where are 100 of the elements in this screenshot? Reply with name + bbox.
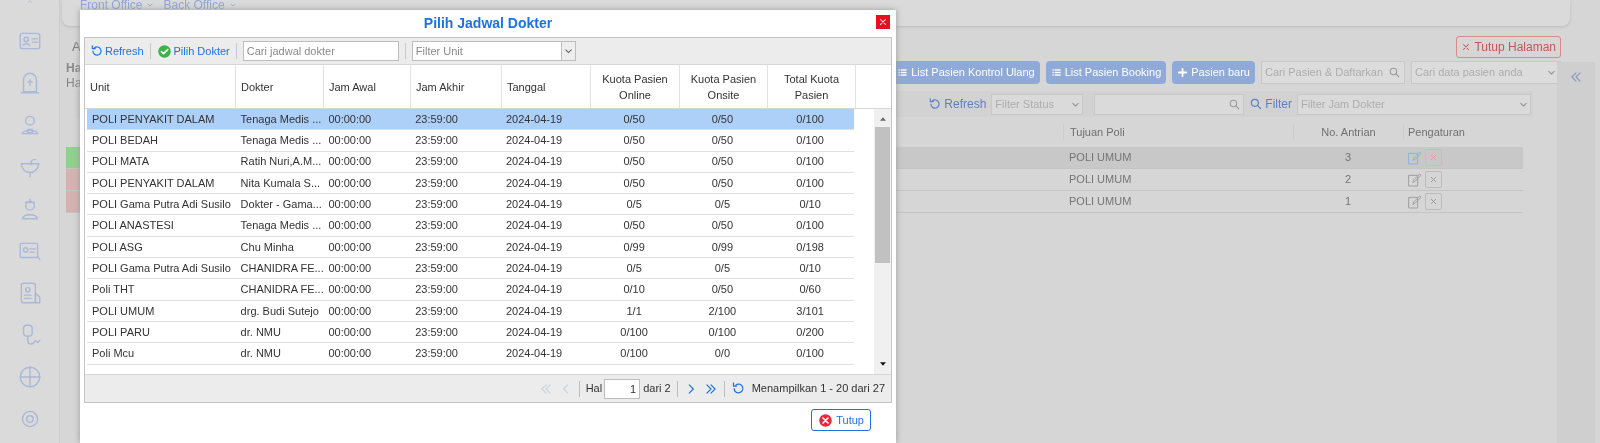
table-cell-text: 0/50 xyxy=(710,133,735,149)
table-cell-text: drg. Budi Sutejo xyxy=(239,303,320,319)
table-cell-text: POLI Gama Putra Adi Susilo xyxy=(91,260,232,276)
table-cell-text: 23:59:00 xyxy=(414,303,459,319)
section-label: A xyxy=(72,38,81,57)
table-cell-text: 0/0 xyxy=(713,346,731,362)
column-header: Pengaturan xyxy=(1403,123,1523,141)
table-cell-text: 23:59:00 xyxy=(414,133,459,149)
table-cell-text: 2/100 xyxy=(707,303,738,319)
column-header: Tujuan Poli xyxy=(1063,123,1293,141)
table-cell-text: 2024-04-19 xyxy=(504,197,564,213)
table-cell-text: 00:00:00 xyxy=(327,346,373,362)
table-cell-text: 2024-04-19 xyxy=(504,154,564,170)
table-cell-text: Poli THT xyxy=(91,282,136,298)
table-cell-text: Tenaga Medis ... xyxy=(239,218,323,234)
table-cell-text: 23:59:00 xyxy=(414,175,459,191)
table-cell-text: 2 xyxy=(1343,172,1353,188)
table-cell-text: 0/100 xyxy=(795,218,825,234)
table-cell-text: Ratih Nuri,A.M... xyxy=(239,154,323,170)
table-cell-text: POLI MATA xyxy=(91,154,151,170)
table-cell-text: 0/50 xyxy=(622,154,646,170)
table-cell-text: POLI ANASTESI xyxy=(91,218,175,234)
column-header: No. Antrian xyxy=(1293,123,1403,141)
table-cell-text: 00:00:00 xyxy=(327,282,373,298)
table-cell-text: 2024-04-19 xyxy=(504,346,564,362)
table-cell-text: Poli Mcu xyxy=(91,346,136,362)
table-cell-text: POLI Gama Putra Adi Susilo xyxy=(91,197,232,213)
table-cell-text: 00:00:00 xyxy=(327,218,373,234)
table-cell-text: 00:00:00 xyxy=(327,324,373,340)
table-cell-text: 00:00:00 xyxy=(327,303,373,319)
table-cell-text: 2024-04-19 xyxy=(504,175,564,191)
table-cell-text: CHANIDRA FE... xyxy=(239,282,324,298)
table-cell-text: 2024-04-19 xyxy=(504,324,564,340)
table-cell-text: 23:59:00 xyxy=(414,218,459,234)
table-cell-text: 23:59:00 xyxy=(414,324,459,340)
table-cell-text: 23:59:00 xyxy=(414,239,459,255)
table-cell-text: 1 xyxy=(1343,194,1353,210)
table-cell-text: 2024-04-19 xyxy=(504,133,564,149)
table-cell-text: POLI PENYAKIT DALAM xyxy=(91,175,216,191)
table-cell-text: Tenaga Medis ... xyxy=(239,111,323,127)
table-cell-text: 0/5 xyxy=(625,260,643,276)
select-placeholder: Filter Unit xyxy=(414,43,464,59)
table-cell-text: 0/5 xyxy=(625,197,643,213)
table-cell-text: Dokter - Gama... xyxy=(239,197,323,213)
table-cell-text: POLI UMUM xyxy=(91,303,156,319)
table-cell-text: 23:59:00 xyxy=(414,111,459,127)
table-cell-text: 0/10 xyxy=(798,260,822,276)
table-cell-text: POLI PARU xyxy=(91,324,151,340)
table-cell-text: 0/50 xyxy=(710,282,735,298)
table-cell-text: 1/1 xyxy=(625,303,643,319)
table-cell-text: 0/50 xyxy=(710,111,735,127)
table-cell-text: 3 xyxy=(1343,150,1353,166)
table-cell-text: 0/50 xyxy=(622,111,646,127)
table-cell-text: 23:59:00 xyxy=(414,260,459,276)
table-cell-text: 0/198 xyxy=(795,239,825,255)
table-cell-text: dr. NMU xyxy=(239,324,282,340)
page-subheading: Ha xyxy=(66,76,82,91)
table-cell-text: POLI ASG xyxy=(91,239,144,255)
table-cell-text: 0/50 xyxy=(622,218,646,234)
table-cell-text: 23:59:00 xyxy=(414,154,459,170)
table-cell-text: 2024-04-19 xyxy=(504,239,564,255)
table-cell-text: 0/100 xyxy=(619,346,649,362)
table-cell-text: 23:59:00 xyxy=(414,282,459,298)
table-cell-text: 0/100 xyxy=(619,324,649,340)
table-cell-text: 00:00:00 xyxy=(327,239,373,255)
table-cell-text: 0/10 xyxy=(622,282,646,298)
table-cell-text: 0/50 xyxy=(622,175,646,191)
table-cell-text: 0/50 xyxy=(710,218,735,234)
table-cell-text: 00:00:00 xyxy=(327,133,373,149)
table-cell-text: POLI PENYAKIT DALAM xyxy=(91,111,216,127)
table-cell-text: 0/100 xyxy=(707,324,738,340)
table-cell-text: POLI UMUM xyxy=(1068,150,1133,166)
page-label: Hal xyxy=(585,381,603,397)
table-cell-text: 2024-04-19 xyxy=(504,303,564,319)
table-cell-text: POLI UMUM xyxy=(1068,172,1133,188)
table-cell-text: Tenaga Medis ... xyxy=(239,133,323,149)
table-cell-text: dr. NMU xyxy=(239,346,282,362)
table-cell-text: 0/100 xyxy=(795,346,825,362)
dialog-title: Pilih Jadwal Dokter xyxy=(423,14,553,33)
table-cell-text: 3/101 xyxy=(795,303,825,319)
table-cell-text: 2024-04-19 xyxy=(504,282,564,298)
table-cell-text: CHANIDRA FE... xyxy=(239,260,324,276)
table-cell-text: 2024-04-19 xyxy=(504,260,564,276)
table-cell-text: 0/100 xyxy=(795,111,825,127)
table-cell-text: 0/10 xyxy=(798,197,822,213)
table-cell-text: 23:59:00 xyxy=(414,197,459,213)
table-cell-text: 0/100 xyxy=(795,175,825,191)
table-cell-text: 0/200 xyxy=(795,324,825,340)
table-cell-text: 00:00:00 xyxy=(327,154,373,170)
table-cell-text: 00:00:00 xyxy=(327,260,373,276)
table-cell-text: Nita Kumala S... xyxy=(239,175,322,191)
table-cell-text: 0/100 xyxy=(795,133,825,149)
page-count: dari 2 xyxy=(643,381,671,397)
table-cell-text: 0/50 xyxy=(622,133,646,149)
table-cell-text: 0/60 xyxy=(798,282,822,298)
table-cell-text: 2024-04-19 xyxy=(504,111,564,127)
table-cell-text: Chu Minha xyxy=(239,239,295,255)
table-cell-text: 0/5 xyxy=(713,197,731,213)
table-cell-text: 00:00:00 xyxy=(327,197,373,213)
page-info: Menampilkan 1 - 20 dari 27 xyxy=(751,381,885,397)
